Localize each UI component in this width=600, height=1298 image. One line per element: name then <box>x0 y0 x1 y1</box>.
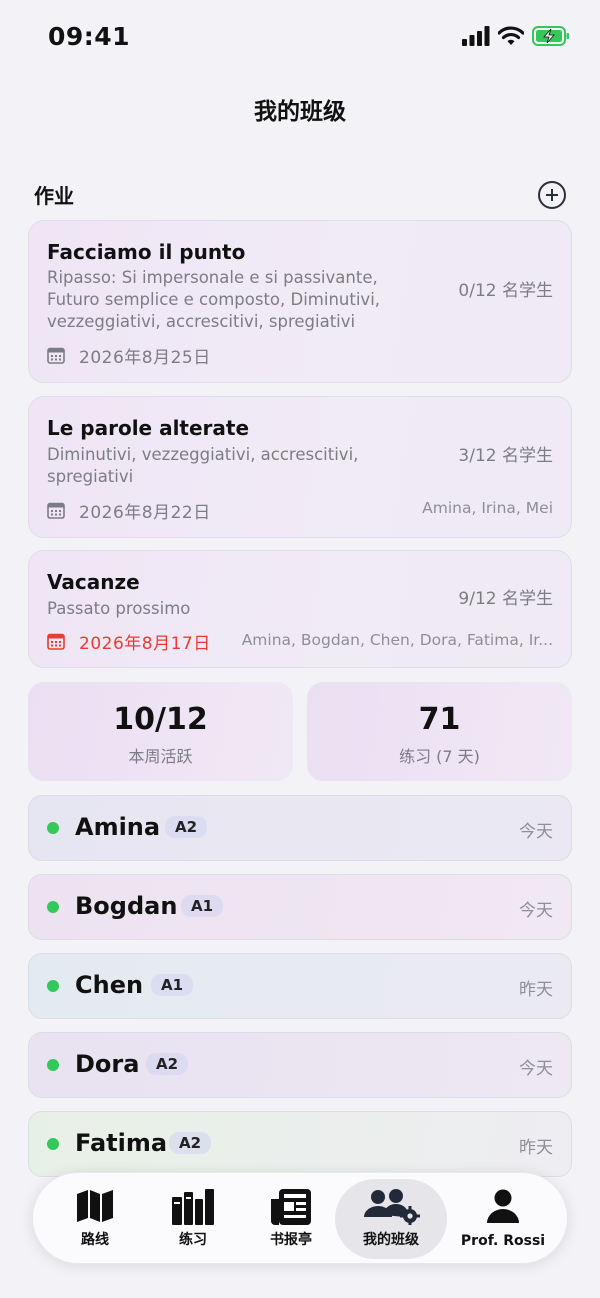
status-icons <box>462 26 570 46</box>
last-seen: 今天 <box>519 1059 553 1079</box>
homework-completion-count: 9/12 名学生 <box>458 589 553 609</box>
last-seen: 昨天 <box>519 980 553 1000</box>
page-title: 我的班级 <box>254 99 346 125</box>
map-icon <box>77 1190 113 1222</box>
homework-section-header: 作业 <box>34 180 566 209</box>
tab-practice[interactable]: 练习 <box>141 1179 245 1259</box>
homework-due-date: 2026年8月17日 <box>79 634 211 654</box>
tab-profile[interactable]: Prof. Rossi <box>447 1179 559 1259</box>
homework-date-row: 2026年8月17日 <box>47 629 211 654</box>
tab-label: 练习 <box>179 1232 207 1248</box>
level-badge: A1 <box>151 974 194 996</box>
class-settings-icon <box>364 1189 420 1225</box>
student-name: Chen <box>75 971 144 999</box>
homework-description: Passato prossimo <box>47 599 191 618</box>
student-row-chen[interactable]: Chen A1 昨天 <box>28 953 572 1019</box>
cellular-signal-icon <box>462 26 490 46</box>
stat-value: 10/12 <box>113 702 208 737</box>
stat-label: 本周活跃 <box>128 747 193 766</box>
stat-card-practice: 71 练习 (7 天) <box>307 682 572 781</box>
stat-label: 练习 (7 天) <box>399 747 480 766</box>
status-time: 09:41 <box>48 22 131 51</box>
status-bar: 09:41 <box>0 0 600 76</box>
online-status-dot <box>47 901 59 913</box>
books-icon <box>172 1189 214 1225</box>
student-row-dora[interactable]: Dora A2 今天 <box>28 1032 572 1098</box>
online-status-dot <box>47 980 59 992</box>
homework-title: Vacanze <box>47 570 140 594</box>
homework-due-date: 2026年8月22日 <box>79 503 211 523</box>
homework-date-row: 2026年8月22日 <box>47 498 211 523</box>
calendar-overdue-icon <box>47 633 65 650</box>
student-name: Dora <box>75 1050 140 1078</box>
homework-description: Diminutivi, vezzeggiativi, accrescitivi,… <box>47 445 359 486</box>
online-status-dot <box>47 1138 59 1150</box>
add-homework-button[interactable] <box>538 180 566 209</box>
homework-completion-count: 0/12 名学生 <box>458 281 553 301</box>
battery-charging-icon <box>532 26 569 46</box>
homework-title: Le parole alterate <box>47 416 250 440</box>
homework-date-row: 2026年8月25日 <box>47 343 211 368</box>
level-badge: A2 <box>165 816 208 838</box>
level-badge: A2 <box>146 1053 189 1075</box>
student-row-fatima[interactable]: Fatima A2 昨天 <box>28 1111 572 1177</box>
last-seen: 今天 <box>519 822 553 842</box>
tab-label: 路线 <box>81 1232 109 1248</box>
calendar-icon <box>47 347 65 364</box>
homework-completion-count: 3/12 名学生 <box>458 446 553 466</box>
student-row-amina[interactable]: Amina A2 今天 <box>28 795 572 861</box>
tab-label: Prof. Rossi <box>460 1233 546 1249</box>
calendar-icon <box>47 502 65 519</box>
student-name: Fatima <box>75 1129 168 1157</box>
newspaper-icon <box>271 1189 311 1225</box>
homework-completed-students: Amina, Bogdan, Chen, Dora, Fatima, Ir... <box>241 631 553 649</box>
homework-card[interactable]: Le parole alterate Diminutivi, vezzeggia… <box>28 396 572 538</box>
student-name: Bogdan <box>75 892 178 920</box>
last-seen: 今天 <box>519 901 553 921</box>
stat-value: 71 <box>418 702 461 737</box>
wifi-icon <box>498 26 524 45</box>
person-icon <box>487 1189 519 1223</box>
homework-description: Ripasso: Si impersonale e si passivante,… <box>47 268 381 331</box>
homework-section-title: 作业 <box>34 184 74 208</box>
student-name: Amina <box>75 813 161 841</box>
homework-card[interactable]: Facciamo il punto Ripasso: Si impersonal… <box>28 220 572 383</box>
homework-due-date: 2026年8月25日 <box>79 348 211 368</box>
tab-label: 书报亭 <box>270 1232 312 1248</box>
tab-label: 我的班级 <box>363 1232 419 1248</box>
level-badge: A1 <box>181 895 224 917</box>
student-row-bogdan[interactable]: Bogdan A1 今天 <box>28 874 572 940</box>
online-status-dot <box>47 1059 59 1071</box>
stat-card-active: 10/12 本周活跃 <box>28 682 293 781</box>
last-seen: 昨天 <box>519 1138 553 1158</box>
homework-completed-students: Amina, Irina, Mei <box>422 499 553 517</box>
tab-route[interactable]: 路线 <box>43 1179 147 1259</box>
tab-bar: 路线 练习 书报亭 我的班级 Prof. Rossi <box>32 1172 568 1264</box>
tab-newsstand[interactable]: 书报亭 <box>239 1179 343 1259</box>
online-status-dot <box>47 822 59 834</box>
tab-my-class[interactable]: 我的班级 <box>335 1179 447 1259</box>
homework-card[interactable]: Vacanze Passato prossimo 9/12 名学生 2026年8… <box>28 550 572 668</box>
homework-title: Facciamo il punto <box>47 240 246 264</box>
level-badge: A2 <box>169 1132 212 1154</box>
